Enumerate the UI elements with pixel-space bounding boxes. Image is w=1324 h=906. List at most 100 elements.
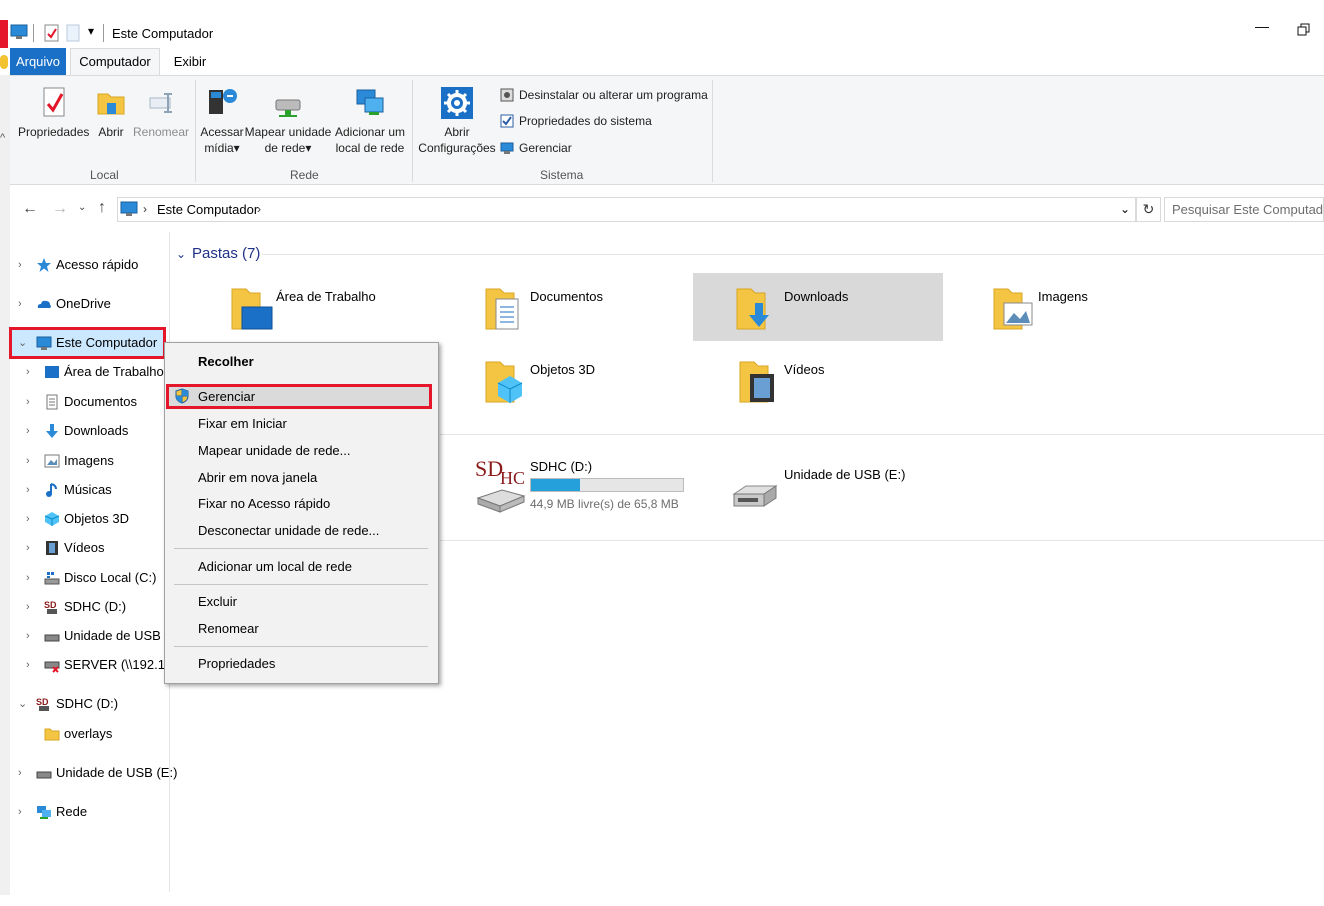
help-icon[interactable] (0, 55, 8, 69)
renomear-button[interactable]: Renomear (132, 86, 190, 140)
menu-item-adicionar-local-rede[interactable]: Adicionar um local de rede (198, 556, 352, 578)
desinstalar-programa-button[interactable]: Desinstalar ou alterar um programa (500, 86, 708, 104)
nav-item-onedrive[interactable]: › OneDrive (18, 292, 168, 316)
expand-icon[interactable]: › (26, 449, 38, 473)
menu-item-propriedades[interactable]: Propriedades (198, 653, 275, 675)
tab-arquivo[interactable]: Arquivo (10, 48, 66, 75)
nav-item-objetos-3d[interactable]: › Objetos 3D (26, 507, 168, 531)
folder-tile-area-de-trabalho[interactable]: Área de Trabalho (192, 273, 442, 341)
expand-icon[interactable]: › (26, 624, 38, 648)
address-dropdown-icon[interactable]: ⌄ (1120, 202, 1130, 216)
ribbon-collapse-icon[interactable]: ^ (0, 132, 5, 144)
menu-item-gerenciar[interactable]: Gerenciar (198, 386, 255, 408)
new-folder-quick-icon[interactable] (66, 24, 80, 42)
breadcrumb-chevron-icon[interactable]: › (143, 202, 147, 216)
left-strip (0, 75, 10, 895)
forward-button[interactable]: → (52, 200, 68, 218)
nav-item-area-de-trabalho[interactable]: › Área de Trabalho (26, 360, 168, 384)
minimize-button[interactable]: — (1252, 18, 1272, 46)
nav-item-usb-root[interactable]: › Unidade de USB (E:) (18, 761, 177, 785)
nav-item-server[interactable]: › SERVER (\\192.168. (26, 653, 168, 677)
nav-item-acesso-rapido[interactable]: › Acesso rápido (18, 253, 168, 277)
nav-item-este-computador[interactable]: ⌄ Este Computador (18, 331, 168, 355)
drive-usb-label[interactable]: Unidade de USB (E:) (784, 467, 905, 482)
collapse-icon[interactable]: ⌄ (18, 692, 30, 716)
mapear-unidade-button[interactable]: Mapear unidade de rede▾ (243, 86, 333, 156)
drive-sdhc-label[interactable]: SDHC (D:) (530, 459, 592, 474)
nav-item-sdhc-root[interactable]: ⌄ SD SDHC (D:) (18, 692, 168, 716)
star-icon (36, 257, 52, 273)
expand-icon[interactable]: › (26, 653, 38, 677)
nav-item-downloads[interactable]: › Downloads (26, 419, 168, 443)
menu-item-desconectar-unidade[interactable]: Desconectar unidade de rede... (198, 520, 379, 542)
menu-item-fixar-acesso-rapido[interactable]: Fixar no Acesso rápido (198, 493, 330, 515)
nav-item-imagens[interactable]: › Imagens (26, 449, 168, 473)
expand-icon[interactable]: › (18, 253, 30, 277)
folder-tile-videos[interactable]: Vídeos (700, 346, 950, 414)
nav-item-sdhc[interactable]: › SD SDHC (D:) (26, 595, 168, 619)
tab-computador[interactable]: Computador (70, 48, 160, 76)
back-button[interactable]: ← (22, 200, 38, 218)
refresh-button[interactable]: ↻ (1136, 197, 1161, 222)
nav-label: SERVER (\\192.168. (64, 657, 168, 672)
usb-drive-icon[interactable] (732, 480, 778, 510)
expand-icon[interactable]: › (26, 507, 38, 531)
expand-icon[interactable]: › (26, 478, 38, 502)
folders-section-header[interactable]: Pastas (7) (192, 245, 260, 262)
expand-icon[interactable]: › (26, 566, 38, 590)
adicionar-label-1: Adicionar um (334, 125, 406, 139)
sdhc-drive-icon[interactable]: SD HC (474, 454, 528, 518)
acessar-midia-label-1: Acessar (200, 125, 244, 139)
nav-item-videos[interactable]: › Vídeos (26, 536, 168, 560)
nav-item-overlays[interactable]: overlays (26, 722, 168, 746)
nav-item-documentos[interactable]: › Documentos (26, 390, 168, 414)
menu-separator (174, 646, 428, 647)
nav-item-usb[interactable]: › Unidade de USB (E: (26, 624, 168, 648)
menu-item-fixar-iniciar[interactable]: Fixar em Iniciar (198, 413, 287, 435)
menu-item-mapear-unidade[interactable]: Mapear unidade de rede... (198, 440, 351, 462)
folder-tile-imagens[interactable]: Imagens (954, 273, 1204, 341)
expand-icon[interactable]: › (26, 360, 38, 384)
properties-quick-icon[interactable] (44, 24, 60, 42)
section-collapse-icon[interactable]: ⌄ (176, 247, 186, 261)
dropdown-arrow-icon: ▾ (305, 141, 312, 155)
breadcrumb-este-computador[interactable]: Este Computador (157, 202, 258, 217)
abrir-configuracoes-button[interactable]: Abrir Configurações (417, 86, 497, 156)
nav-label: OneDrive (56, 296, 111, 311)
propriedades-button[interactable]: Propriedades (18, 86, 89, 140)
restore-button[interactable] (1296, 22, 1312, 38)
folder-tile-objetos-3d[interactable]: Objetos 3D (446, 346, 696, 414)
expand-icon[interactable]: › (26, 595, 38, 619)
expand-icon[interactable]: › (26, 390, 38, 414)
acessar-midia-button[interactable]: Acessar mídia▾ (199, 86, 245, 156)
tab-exibir[interactable]: Exibir (170, 48, 210, 75)
search-input[interactable]: Pesquisar Este Computador (1164, 197, 1324, 222)
propriedades-sistema-button[interactable]: Propriedades do sistema (500, 112, 652, 130)
gerenciar-ribbon-button[interactable]: Gerenciar (500, 139, 572, 157)
abrir-button[interactable]: Abrir (92, 86, 130, 140)
collapse-icon[interactable]: ⌄ (18, 331, 30, 355)
menu-item-recolher[interactable]: Recolher (198, 351, 254, 373)
folder-tile-downloads[interactable]: Downloads (693, 273, 943, 341)
disconnected-network-drive-icon (44, 657, 60, 673)
uac-shield-icon (174, 388, 190, 404)
expand-icon[interactable]: › (18, 292, 30, 316)
nav-item-rede[interactable]: › Rede (18, 800, 168, 824)
folder-tile-documentos[interactable]: Documentos (446, 273, 696, 341)
breadcrumb-chevron-icon[interactable]: › (257, 202, 261, 216)
up-button[interactable]: ↑ (98, 199, 106, 217)
expand-icon[interactable]: › (18, 800, 30, 824)
nav-label: Rede (56, 804, 88, 819)
menu-item-excluir[interactable]: Excluir (198, 591, 237, 613)
menu-item-renomear[interactable]: Renomear (198, 618, 259, 640)
expand-icon[interactable]: › (26, 419, 38, 443)
expand-icon[interactable]: › (18, 761, 30, 785)
nav-item-disco-local[interactable]: › Disco Local (C:) (26, 566, 168, 590)
menu-item-abrir-nova-janela[interactable]: Abrir em nova janela (198, 467, 317, 489)
customize-quick-access-icon[interactable]: ▾ (88, 24, 94, 38)
nav-item-musicas[interactable]: › Músicas (26, 478, 168, 502)
recent-locations-button[interactable]: ⌄ (78, 202, 86, 213)
adicionar-local-rede-button[interactable]: Adicionar um local de rede (333, 86, 407, 156)
expand-icon[interactable]: › (26, 536, 38, 560)
address-bar[interactable] (117, 197, 1136, 222)
